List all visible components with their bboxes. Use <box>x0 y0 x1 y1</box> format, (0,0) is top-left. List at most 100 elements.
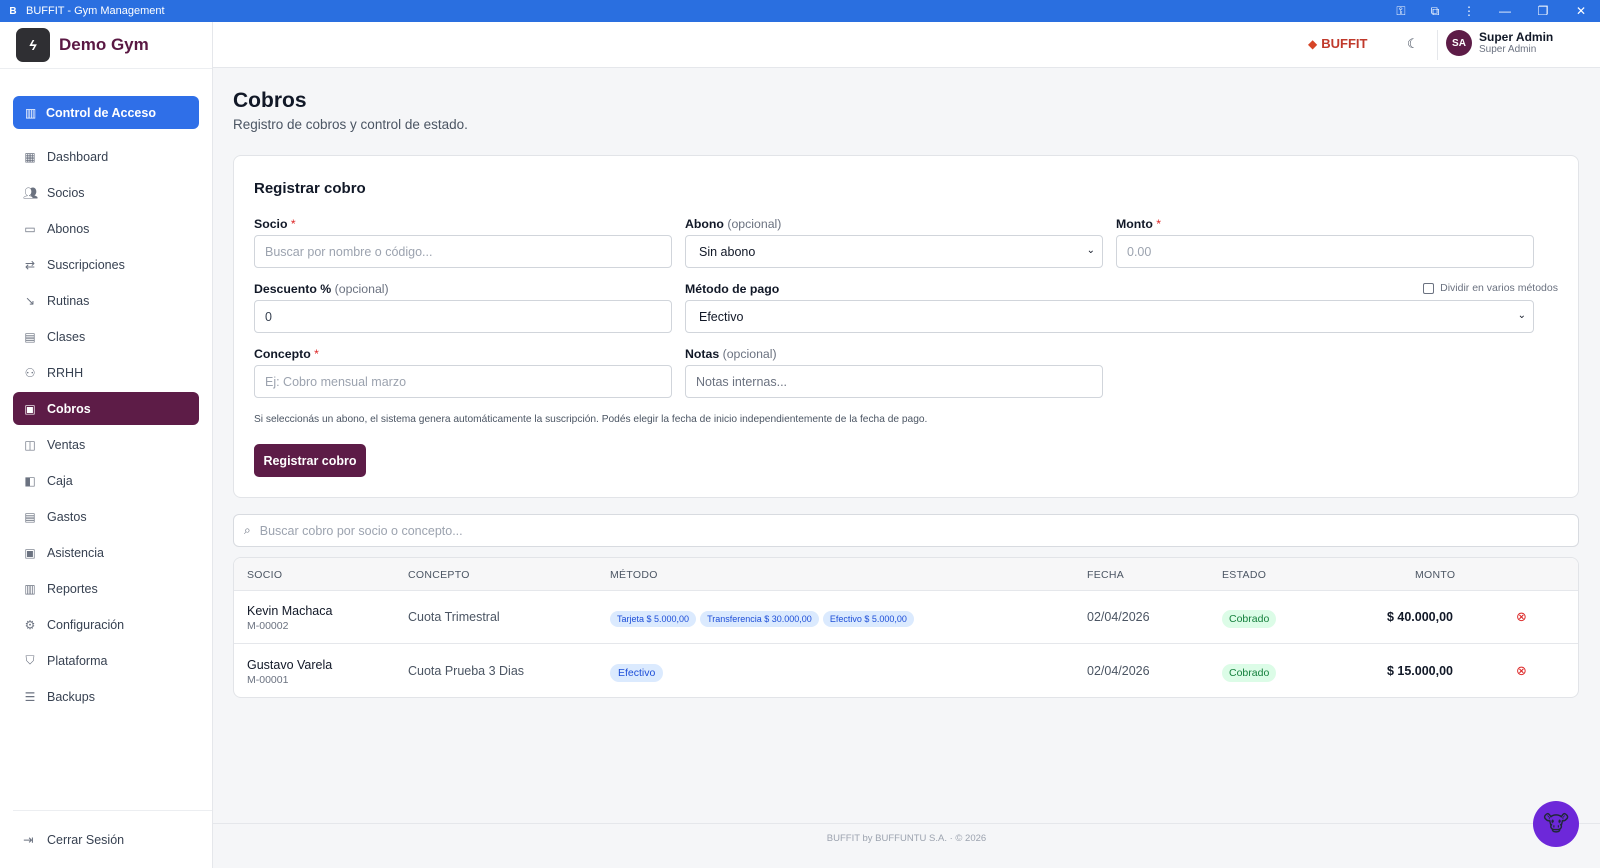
sidebar-item-caja[interactable]: ◧ Caja <box>13 464 199 497</box>
amount-cell: $ 15.000,00 <box>1386 664 1453 678</box>
app-icon: B <box>9 5 17 17</box>
sidebar-item-configuracion[interactable]: ⚙ Configuración <box>13 608 199 641</box>
socio-input[interactable]: Buscar por nombre o código... <box>254 235 672 268</box>
sidebar-item-label: Abonos <box>47 221 90 236</box>
sidebar-item-rutinas[interactable]: ↘ Rutinas <box>13 284 199 317</box>
cancel-payment-icon[interactable]: ⊗ <box>1516 663 1527 679</box>
status-badge: Cobrado <box>1222 610 1277 628</box>
clipboard-icon: ▣ <box>24 545 36 560</box>
user-info[interactable]: Super Admin Super Admin <box>1479 30 1553 55</box>
search-input[interactable]: ⌕ Buscar cobro por socio o concepto... <box>233 514 1579 547</box>
page-title: Cobros <box>233 89 307 112</box>
sidebar-item-label: Reportes <box>47 581 98 596</box>
sidebar-item-label: Suscripciones <box>47 257 125 272</box>
sidebar-item-label: Dashboard <box>47 149 109 164</box>
metodo-label: Método de pago <box>685 282 780 296</box>
sidebar-item-label: RRHH <box>47 365 84 380</box>
sidebar-item-suscripciones[interactable]: ⇄ Suscripciones <box>13 248 199 281</box>
access-control-button[interactable]: ▥ Control de Acceso <box>13 96 199 129</box>
column-header-fecha: FECHA <box>1087 569 1125 581</box>
date-cell: 02/04/2026 <box>1087 610 1150 624</box>
concepto-input[interactable]: Ej: Cobro mensual marzo <box>254 365 672 398</box>
sidebar-item-cobros[interactable]: ▣ Cobros <box>13 392 199 425</box>
access-control-label: Control de Acceso <box>46 105 156 120</box>
abono-label: Abono (opcional) <box>685 217 782 231</box>
extensions-icon[interactable]: ⧉ <box>1418 0 1452 22</box>
socio-code: M-00002 <box>247 620 289 632</box>
gear-icon: ⚙ <box>24 617 36 632</box>
sidebar-item-abonos[interactable]: ▭ Abonos <box>13 212 199 245</box>
key-icon[interactable]: ⚿ <box>1384 0 1418 22</box>
sidebar-item-asistencia[interactable]: ▣ Asistencia <box>13 536 199 569</box>
descuento-input[interactable]: 0 <box>254 300 672 333</box>
sidebar-item-dashboard[interactable]: ▦ Dashboard <box>13 140 199 173</box>
status-cell: Cobrado <box>1222 663 1277 682</box>
sidebar-item-clases[interactable]: ▤ Clases <box>13 320 199 353</box>
database-icon: ☰ <box>24 689 36 704</box>
sidebar-item-socios[interactable]: 👥︎ Socios <box>13 176 199 209</box>
notas-input[interactable]: Notas internas... <box>685 365 1103 398</box>
more-vertical-icon[interactable]: ⋮ <box>1452 0 1486 22</box>
logout-button[interactable]: ⇥ Cerrar Sesión <box>13 810 212 868</box>
column-header-estado: ESTADO <box>1222 569 1267 581</box>
moon-icon[interactable]: ☾ <box>1407 36 1419 52</box>
brand[interactable]: ϟ Demo Gym <box>0 22 212 69</box>
cancel-payment-icon[interactable]: ⊗ <box>1516 609 1527 625</box>
sidebar-item-label: Cobros <box>47 401 91 416</box>
buffit-logo-text: BUFFIT <box>1321 36 1368 51</box>
card-title: Registrar cobro <box>254 180 366 197</box>
sidebar-item-backups[interactable]: ☰ Backups <box>13 680 199 713</box>
sidebar-item-plataforma[interactable]: ⛉ Plataforma <box>13 644 199 677</box>
sidebar-item-label: Caja <box>47 473 73 488</box>
monto-input[interactable]: 0.00 <box>1116 235 1534 268</box>
sidebar-nav: ▦ Dashboard 👥︎ Socios ▭ Abonos ⇄ Suscripcion… <box>13 140 199 716</box>
sidebar-item-label: Asistencia <box>47 545 104 560</box>
close-window-button[interactable]: ✕ <box>1562 0 1600 22</box>
search-placeholder: Buscar cobro por socio o concepto... <box>259 523 463 538</box>
status-cell: Cobrado <box>1222 609 1277 628</box>
method-badge: Tarjeta $ 5.000,00 <box>610 611 697 627</box>
sidebar-item-label: Ventas <box>47 437 86 452</box>
wallet-icon: ◧ <box>24 473 36 488</box>
dumbbell-icon: ↘ <box>24 293 36 308</box>
sidebar-item-label: Clases <box>47 329 86 344</box>
buffit-mark-icon: ◆ <box>1308 36 1318 51</box>
restore-button[interactable]: ❐ <box>1524 0 1562 22</box>
window-titlebar: B BUFFIT - Gym Management ⚿ ⧉ ⋮ — ❐ ✕ <box>0 0 1600 22</box>
concepto-label: Concepto * <box>254 347 319 361</box>
abono-select[interactable]: Sin abono ⌄ <box>685 235 1103 268</box>
avatar[interactable]: SA <box>1446 30 1472 56</box>
sidebar-item-label: Plataforma <box>47 653 108 668</box>
logout-icon: ⇥ <box>23 833 34 847</box>
repeat-icon: ⇄ <box>24 257 36 272</box>
table-row[interactable]: Gustavo Varela M-00001 Cuota Prueba 3 Di… <box>234 645 1578 697</box>
minimize-button[interactable]: — <box>1486 0 1524 22</box>
card-icon: ▭ <box>24 221 36 236</box>
method-cell: Efectivo <box>610 663 667 682</box>
date-cell: 02/04/2026 <box>1087 664 1150 678</box>
register-payment-button[interactable]: Registrar cobro <box>254 444 366 477</box>
building-icon: ▥ <box>25 105 37 120</box>
shield-icon: ⛉ <box>25 653 35 667</box>
sidebar-item-rrhh[interactable]: ⚇ RRHH <box>13 356 199 389</box>
sidebar-item-reportes[interactable]: ▥ Reportes <box>13 572 199 605</box>
sidebar-item-label: Gastos <box>47 509 87 524</box>
metodo-select[interactable]: Efectivo ⌄ <box>685 300 1534 333</box>
method-badge: Efectivo <box>610 664 664 682</box>
grid-icon: ▦ <box>24 149 36 164</box>
brand-name: Demo Gym <box>59 35 149 54</box>
socio-code: M-00001 <box>247 674 289 686</box>
chevron-down-icon: ⌄ <box>1517 310 1526 321</box>
buffit-logo: ◆ BUFFIT <box>1308 36 1367 51</box>
split-methods-checkbox[interactable]: Dividir en varios métodos <box>1423 282 1558 294</box>
sidebar-item-ventas[interactable]: ◫ Ventas <box>13 428 199 461</box>
assistant-mascot-icon[interactable]: 🐮 <box>1533 801 1579 847</box>
sidebar-item-gastos[interactable]: ▤ Gastos <box>13 500 199 533</box>
method-badge: Transferencia $ 30.000,00 <box>700 611 819 627</box>
notas-label: Notas (opcional) <box>685 347 777 361</box>
sidebar-item-label: Backups <box>47 689 95 704</box>
calendar-icon: ▤ <box>24 329 36 344</box>
checkbox-icon[interactable] <box>1423 282 1435 294</box>
socio-cell: Gustavo Varela M-00001 <box>247 658 332 686</box>
table-row[interactable]: Kevin Machaca M-00002 Cuota Trimestral T… <box>234 591 1578 644</box>
